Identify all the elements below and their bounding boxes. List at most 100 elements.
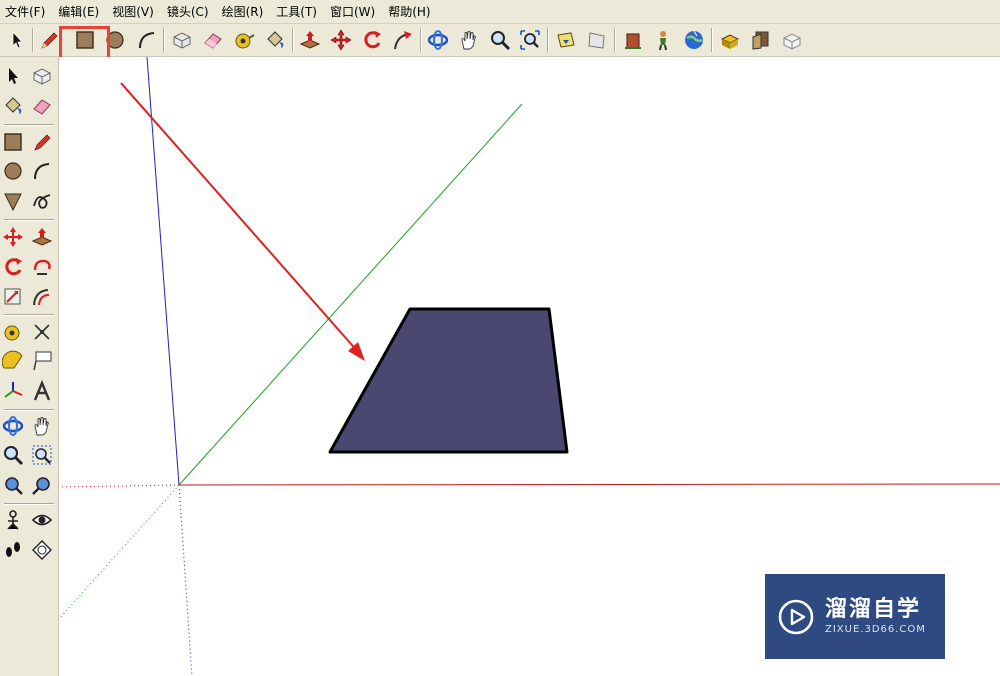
previous-view-icon: [32, 477, 50, 495]
circle-icon: [4, 162, 22, 180]
orbit-button[interactable]: [425, 27, 451, 53]
left-polygon-button[interactable]: [0, 188, 26, 214]
left-eraser-button[interactable]: [29, 93, 55, 119]
select-tool-button[interactable]: [4, 27, 30, 53]
google-earth-button[interactable]: [681, 27, 707, 53]
hand-icon: [461, 31, 476, 50]
left-previous-view-button[interactable]: [29, 472, 55, 498]
tape-measure-button[interactable]: [231, 27, 257, 53]
push-pull-icon: [31, 228, 53, 246]
paint-bucket-icon: [5, 97, 22, 114]
left-make-component-button[interactable]: [29, 63, 55, 89]
zoom-window-icon: [32, 445, 52, 465]
tape-measure-icon: [4, 325, 20, 341]
left-tape-measure-button[interactable]: [0, 319, 26, 345]
follow-me-icon: [33, 259, 51, 275]
left-circle-button[interactable]: [0, 158, 26, 184]
rotate-icon: [364, 31, 381, 49]
eye-icon: [31, 514, 53, 526]
menu-view[interactable]: 视图(V): [107, 1, 162, 23]
menu-tools[interactable]: 工具(T): [271, 1, 325, 23]
rotate-button[interactable]: [359, 27, 385, 53]
left-position-camera-button[interactable]: [0, 507, 26, 533]
eraser-icon: [204, 33, 222, 49]
left-follow-me-button[interactable]: [29, 254, 55, 280]
left-orbit-button[interactable]: [0, 413, 26, 439]
share-component-button[interactable]: [717, 27, 743, 53]
move-button[interactable]: [328, 27, 354, 53]
left-3d-text-button[interactable]: [29, 378, 55, 404]
drawn-rectangle-face: [328, 307, 569, 454]
left-line-button[interactable]: [29, 129, 55, 155]
left-push-pull-button[interactable]: [29, 224, 55, 250]
green-axis-dotted: [59, 484, 180, 620]
axes-icon: [4, 382, 23, 398]
left-scale-button[interactable]: [0, 283, 26, 309]
text-label-icon: [33, 351, 52, 371]
left-arc-button[interactable]: [29, 158, 55, 184]
make-component-button[interactable]: [169, 27, 195, 53]
left-move-button[interactable]: [0, 224, 26, 250]
left-paint-bucket-button[interactable]: [0, 93, 26, 119]
next-view-icon: [588, 32, 605, 49]
menu-edit[interactable]: 编辑(E): [53, 1, 107, 23]
left-rotate-button[interactable]: [0, 254, 26, 280]
eraser-icon: [33, 99, 51, 115]
arc-icon: [139, 32, 155, 49]
paint-bucket-button[interactable]: [262, 27, 288, 53]
next-view-button[interactable]: [584, 27, 610, 53]
modeling-viewport[interactable]: 溜溜自学 ZIXUE.3D66.COM: [59, 57, 1000, 676]
watermark-badge: 溜溜自学 ZIXUE.3D66.COM: [765, 574, 945, 659]
arc-tool-button[interactable]: [134, 27, 160, 53]
left-zoom-extents-button[interactable]: [0, 472, 26, 498]
eraser-button[interactable]: [200, 27, 226, 53]
get-photo-button[interactable]: [748, 27, 774, 53]
push-pull-button[interactable]: [297, 27, 323, 53]
left-zoom-window-button[interactable]: [29, 442, 55, 468]
person-location-icon: [659, 31, 667, 51]
menu-camera[interactable]: 镜头(C): [162, 1, 217, 23]
blue-axis-line: [146, 57, 180, 486]
hand-icon: [34, 417, 49, 436]
zoom-button[interactable]: [487, 27, 513, 53]
menu-window[interactable]: 窗口(W): [325, 1, 383, 23]
left-protractor-button[interactable]: [0, 348, 26, 374]
zoom-extents-icon: [5, 477, 23, 495]
orbit-icon: [2, 416, 24, 436]
watermark-url: ZIXUE.3D66.COM: [825, 623, 926, 635]
follow-me-button[interactable]: [390, 27, 416, 53]
left-zoom-button[interactable]: [0, 442, 26, 468]
blue-axis-dotted: [178, 484, 193, 676]
footprints-icon: [6, 542, 20, 557]
zoom-extents-icon: [520, 30, 540, 50]
zoom-extents-button[interactable]: [517, 27, 543, 53]
menu-file[interactable]: 文件(F): [0, 1, 53, 23]
left-walk-button[interactable]: [0, 537, 26, 563]
protractor-icon: [2, 350, 23, 369]
left-dimension-button[interactable]: [29, 319, 55, 345]
menu-draw[interactable]: 绘图(R): [217, 1, 272, 23]
get-models-button[interactable]: [620, 27, 646, 53]
send-to-layout-button[interactable]: [779, 27, 805, 53]
menu-help[interactable]: 帮助(H): [383, 1, 438, 23]
left-offset-button[interactable]: [29, 283, 55, 309]
add-location-button[interactable]: [650, 27, 676, 53]
pan-button[interactable]: [456, 27, 482, 53]
main-toolbar: [0, 24, 1000, 57]
left-pan-button[interactable]: [29, 413, 55, 439]
left-select-button[interactable]: [0, 63, 26, 89]
left-freehand-button[interactable]: [29, 188, 55, 214]
left-axes-button[interactable]: [0, 378, 26, 404]
warehouse-icon: [625, 33, 641, 49]
left-text-button[interactable]: [29, 348, 55, 374]
position-camera-icon: [7, 510, 19, 530]
select-arrow-icon: [12, 30, 23, 49]
previous-view-button[interactable]: [553, 27, 579, 53]
tape-measure-icon: [235, 33, 255, 49]
watermark-title: 溜溜自学: [825, 596, 922, 622]
component-icon: [173, 32, 191, 49]
left-section-plane-button[interactable]: [29, 537, 55, 563]
left-rectangle-button[interactable]: [0, 129, 26, 155]
scale-icon: [4, 288, 21, 305]
left-look-around-button[interactable]: [29, 507, 55, 533]
